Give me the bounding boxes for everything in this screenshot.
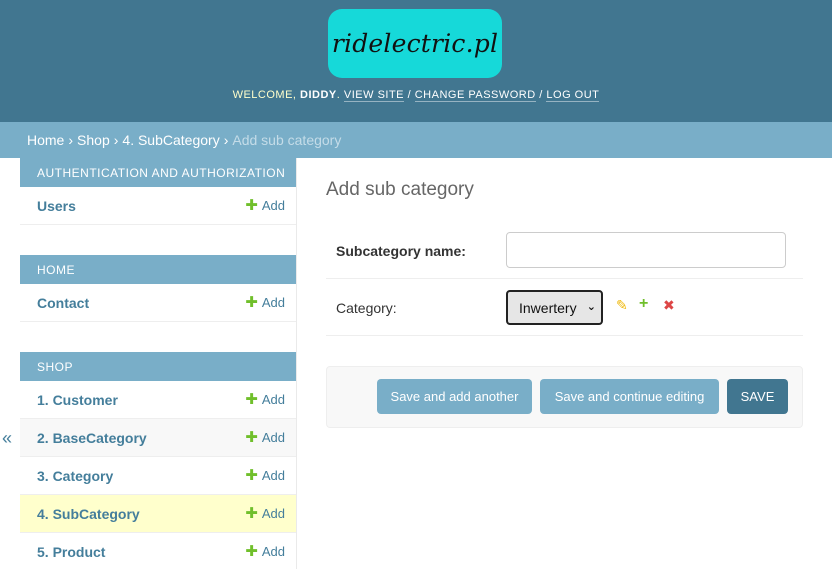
- view-site-link[interactable]: VIEW SITE: [343, 89, 405, 102]
- sidebar-item-label[interactable]: Contact: [37, 295, 89, 311]
- breadcrumb-current: Add sub category: [232, 132, 342, 148]
- add-customer-button[interactable]: ✚ Add: [245, 392, 285, 407]
- site-logo[interactable]: ridelectric.pl: [328, 9, 502, 78]
- category-label: Category:: [336, 300, 397, 316]
- plus-icon: ✚: [245, 543, 258, 560]
- subcategory-name-label: Subcategory name:: [336, 243, 466, 259]
- breadcrumb-subcategory[interactable]: 4. SubCategory: [122, 132, 219, 148]
- breadcrumb: Home › Shop › 4. SubCategory › Add sub c…: [0, 122, 832, 158]
- sidebar-item-label[interactable]: 3. Category: [37, 468, 113, 484]
- plus-icon: ✚: [245, 391, 258, 408]
- subcategory-name-row: Subcategory name:: [326, 222, 803, 279]
- site-logo-text: ridelectric.pl: [331, 29, 499, 58]
- category-select[interactable]: Inwertery ⌄: [506, 290, 603, 325]
- save-button[interactable]: SAVE: [727, 379, 788, 414]
- breadcrumb-separator: ›: [223, 132, 229, 148]
- module-caption-auth[interactable]: Authentication and Authorization: [20, 158, 296, 187]
- sidebar-item-customer: 1. Customer ✚ Add: [20, 381, 296, 419]
- user-tools: WELCOME, DIDDY. VIEW SITE / CHANGE PASSW…: [232, 89, 600, 102]
- plus-icon: ✚: [245, 467, 258, 484]
- subcategory-name-input[interactable]: [506, 232, 786, 268]
- plus-icon: ✚: [245, 294, 258, 311]
- sidebar-item-basecategory: 2. BaseCategory ✚ Add: [20, 419, 296, 457]
- breadcrumb-shop[interactable]: Shop: [77, 132, 110, 148]
- log-out-link[interactable]: LOG OUT: [546, 89, 600, 102]
- pencil-icon[interactable]: ✎: [616, 298, 628, 312]
- plus-icon: ✚: [245, 505, 258, 522]
- category-selected-value: Inwertery: [519, 299, 577, 316]
- sidebar-item-contact: Contact ✚ Add: [20, 284, 296, 322]
- sidebar-item-product: 5. Product ✚ Add: [20, 533, 296, 569]
- username: DIDDY: [300, 89, 337, 101]
- module-caption-home[interactable]: Home: [20, 255, 296, 284]
- module-caption-shop[interactable]: Shop: [20, 352, 296, 381]
- sidebar-item-users: Users ✚ Add: [20, 187, 296, 225]
- plus-icon: ✚: [245, 429, 258, 446]
- nav-sidebar: Authentication and Authorization Users ✚…: [20, 158, 297, 569]
- sidebar-item-label[interactable]: 1. Customer: [37, 392, 118, 408]
- save-and-add-another-button[interactable]: Save and add another: [377, 379, 532, 414]
- add-contact-button[interactable]: ✚ Add: [245, 295, 285, 310]
- breadcrumb-home[interactable]: Home: [27, 132, 64, 148]
- sidebar-item-label[interactable]: 5. Product: [37, 544, 105, 560]
- category-row: Category: Inwertery ⌄ ✎ + ✖: [326, 279, 803, 336]
- delete-related-icon[interactable]: ✖: [663, 298, 675, 312]
- change-password-link[interactable]: CHANGE PASSWORD: [414, 89, 536, 102]
- sidebar-item-label[interactable]: 4. SubCategory: [37, 506, 140, 522]
- sidebar-item-label[interactable]: Users: [37, 198, 76, 214]
- breadcrumb-separator: ›: [68, 132, 74, 148]
- save-and-continue-button[interactable]: Save and continue editing: [540, 379, 719, 414]
- sidebar-item-label[interactable]: 2. BaseCategory: [37, 430, 147, 446]
- add-related-icon[interactable]: +: [639, 296, 648, 312]
- breadcrumb-separator: ›: [113, 132, 119, 148]
- add-product-button[interactable]: ✚ Add: [245, 544, 285, 559]
- sidebar-item-category: 3. Category ✚ Add: [20, 457, 296, 495]
- welcome-text: WELCOME,: [232, 89, 297, 101]
- add-category-button[interactable]: ✚ Add: [245, 468, 285, 483]
- add-basecategory-button[interactable]: ✚ Add: [245, 430, 285, 445]
- plus-icon: ✚: [245, 197, 258, 214]
- chevron-down-icon: ⌄: [586, 301, 596, 313]
- submit-row: Save and add another Save and continue e…: [326, 366, 803, 428]
- site-header: ridelectric.pl WELCOME, DIDDY. VIEW SITE…: [0, 0, 832, 122]
- sidebar-item-subcategory: 4. SubCategory ✚ Add: [20, 495, 296, 533]
- page-title: Add sub category: [326, 179, 474, 200]
- add-user-button[interactable]: ✚ Add: [245, 198, 285, 213]
- add-subcategory-button[interactable]: ✚ Add: [245, 506, 285, 521]
- sidebar-toggle-button[interactable]: «: [2, 428, 12, 449]
